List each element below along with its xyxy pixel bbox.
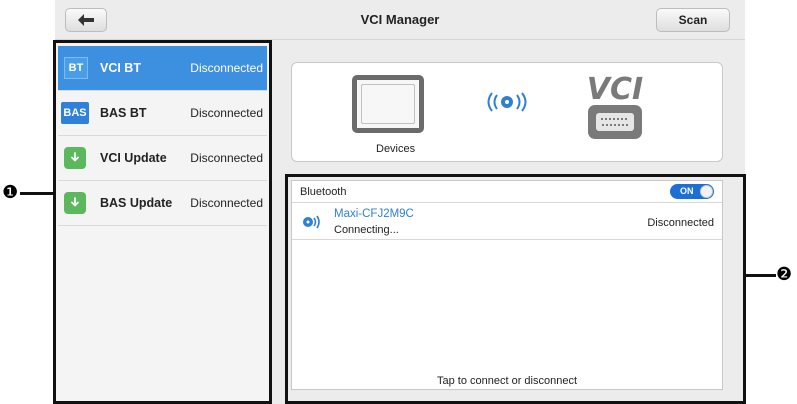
vci-logo-text: VCI — [587, 72, 643, 107]
callout-frame-2 — [285, 174, 746, 404]
devices-label: Devices — [376, 143, 416, 155]
page-title: VCI Manager — [360, 12, 440, 27]
scan-button[interactable]: Scan — [656, 8, 730, 32]
tablet-icon — [352, 75, 424, 133]
callout-leader-1 — [20, 192, 54, 195]
vci-logo-icon: VCI — [587, 72, 643, 139]
callout-number-1: ❶ — [2, 182, 19, 203]
callout-frame-1 — [53, 40, 272, 404]
screenshot-stage: VCI Manager Scan BT VCI BT Disconnected … — [0, 0, 797, 404]
callout-number-2: ❷ — [776, 264, 793, 285]
top-bar: VCI Manager Scan — [55, 0, 745, 40]
callout-leader-2 — [746, 274, 776, 277]
device-connection-panel: Devices VCI — [291, 62, 723, 162]
wireless-signal-icon — [487, 92, 527, 112]
